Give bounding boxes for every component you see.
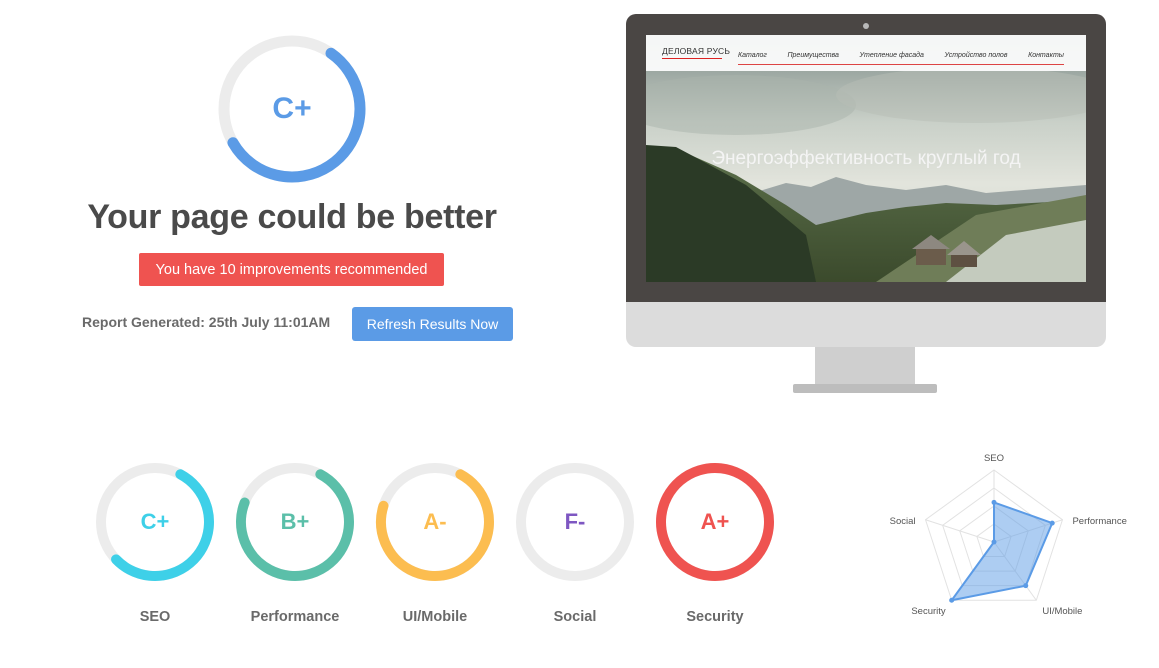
overall-grade: C+ bbox=[272, 92, 312, 125]
radar-axis-label: Performance bbox=[1072, 516, 1126, 527]
refresh-results-button[interactable]: Refresh Results Now bbox=[352, 307, 513, 341]
site-nav-item[interactable]: Каталог bbox=[738, 52, 767, 64]
radar-axis-label: SEO bbox=[984, 453, 1004, 464]
category-grade: F- bbox=[564, 509, 586, 534]
category-grade: A- bbox=[423, 509, 447, 534]
website-preview: ДЕЛОВАЯ РУСЬ Каталог Преимущества Утепле… bbox=[646, 35, 1086, 282]
radar-axis-label: UI/Mobile bbox=[1042, 606, 1082, 617]
category-label[interactable]: UI/Mobile bbox=[375, 609, 495, 625]
site-logo[interactable]: ДЕЛОВАЯ РУСЬ bbox=[662, 46, 730, 56]
category-grade: C+ bbox=[140, 509, 170, 534]
category-label[interactable]: Performance bbox=[235, 609, 355, 625]
nav-underline bbox=[738, 64, 1064, 65]
logo-underline bbox=[662, 58, 722, 59]
category-label[interactable]: SEO bbox=[95, 609, 215, 625]
monitor-camera bbox=[863, 23, 869, 29]
site-nav-item[interactable]: Утепление фасада bbox=[860, 52, 924, 64]
category-grade: A+ bbox=[700, 509, 730, 534]
radar-chart: SEO Performance UI/Mobile Security Social bbox=[890, 453, 1127, 617]
radar-point bbox=[949, 597, 955, 603]
radar-point bbox=[1023, 583, 1029, 589]
site-header: ДЕЛОВАЯ РУСЬ Каталог Преимущества Утепле… bbox=[646, 35, 1086, 71]
radar-axis-label: Social bbox=[890, 516, 916, 527]
monitor-chin bbox=[626, 302, 1106, 347]
radar-point bbox=[991, 499, 997, 505]
site-nav-item[interactable]: Преимущества bbox=[787, 52, 838, 64]
hero-title: Энергоэффективность круглый год bbox=[711, 148, 1021, 169]
radar-point bbox=[1049, 520, 1055, 526]
report-generated-text: Report Generated: 25th July 11:01AM bbox=[82, 314, 331, 330]
site-nav: Каталог Преимущества Утепление фасада Ус… bbox=[738, 52, 1064, 64]
monitor-base bbox=[793, 384, 937, 393]
category-label[interactable]: Social bbox=[515, 609, 635, 625]
site-nav-item[interactable]: Контакты bbox=[1028, 52, 1064, 64]
page-title: Your page could be better bbox=[87, 198, 497, 236]
monitor-stand bbox=[815, 347, 915, 387]
radar-axis-label: Security bbox=[911, 606, 946, 617]
radar-point bbox=[991, 539, 997, 545]
site-nav-item[interactable]: Устройство полов bbox=[944, 52, 1007, 64]
improvements-badge[interactable]: You have 10 improvements recommended bbox=[139, 253, 444, 286]
category-grade: B+ bbox=[280, 509, 310, 534]
category-label[interactable]: Security bbox=[655, 609, 775, 625]
